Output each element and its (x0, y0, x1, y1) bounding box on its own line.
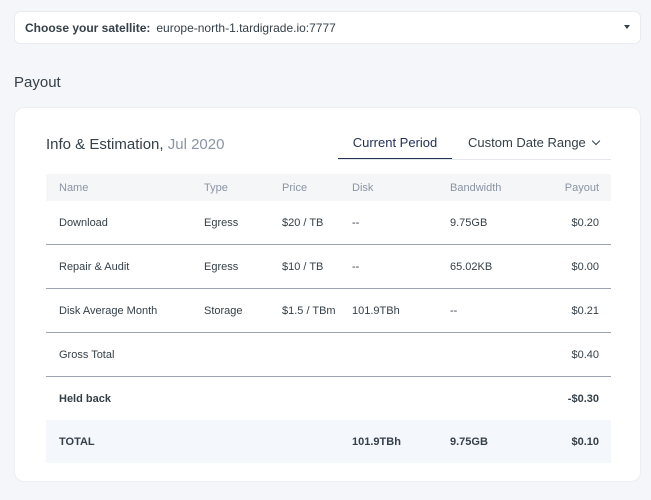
payout-section-title: Payout (14, 74, 61, 91)
cell-disk: -- (352, 244, 450, 289)
tab-custom-date-range[interactable]: Custom Date Range (468, 126, 601, 160)
cell-payout: $0.00 (540, 244, 611, 289)
satellite-label: Choose your satellite: (25, 20, 151, 35)
cell-price: $10 / TB (282, 244, 352, 289)
cell-price: $1.5 / TBm (282, 288, 352, 333)
caret-down-icon[interactable] (624, 25, 630, 29)
total-row: TOTAL 101.9TBh 9.75GB $0.10 (46, 420, 611, 463)
total-disk: 101.9TBh (352, 420, 450, 463)
cell-type: Storage (204, 288, 282, 333)
gross-total-row: Gross Total $0.40 (46, 332, 611, 377)
total-payout: $0.10 (540, 420, 611, 463)
cell-name: Repair & Audit (46, 244, 204, 289)
held-back-value: -$0.30 (567, 392, 599, 405)
tab-custom-date-range-label: Custom Date Range (468, 135, 586, 150)
held-back-row: Held back -$0.30 (46, 377, 611, 421)
cell-name: Download (46, 201, 204, 245)
tab-current-period[interactable]: Current Period (338, 126, 452, 160)
table-row: Disk Average Month Storage $1.5 / TBm 10… (46, 288, 611, 333)
satellite-value: europe-north-1.tardigrade.io:7777 (156, 20, 336, 35)
payout-card: Info & Estimation, Jul 2020 Current Peri… (14, 107, 641, 482)
cell-disk: 101.9TBh (352, 288, 450, 333)
cell-name: Disk Average Month (46, 288, 204, 333)
cell-payout: $0.21 (540, 288, 611, 333)
table-row: Repair & Audit Egress $10 / TB -- 65.02K… (46, 244, 611, 289)
card-heading: Info & Estimation, Jul 2020 (46, 136, 224, 153)
table-row: Download Egress $20 / TB -- 9.75GB $0.20 (46, 201, 611, 245)
table-header-row: Name Type Price Disk Bandwidth Payout (46, 174, 611, 201)
held-back-label: Held back (59, 392, 111, 405)
cell-type: Egress (204, 244, 282, 289)
header-price: Price (282, 174, 352, 201)
header-disk: Disk (352, 174, 450, 201)
card-date: Jul 2020 (167, 136, 225, 153)
cell-bandwidth: 9.75GB (450, 201, 540, 245)
cell-bandwidth: -- (450, 288, 540, 333)
payout-table: Name Type Price Disk Bandwidth Payout Do… (46, 174, 611, 463)
cell-type: Egress (204, 201, 282, 245)
header-bandwidth: Bandwidth (450, 174, 540, 201)
card-title: Info & Estimation, (46, 136, 164, 153)
header-payout: Payout (540, 174, 611, 201)
total-label: TOTAL (46, 420, 204, 463)
total-bandwidth: 9.75GB (450, 420, 540, 463)
gross-total-label: Gross Total (46, 332, 204, 377)
gross-total-value: $0.40 (540, 332, 611, 377)
header-type: Type (204, 174, 282, 201)
cell-disk: -- (352, 201, 450, 245)
cell-bandwidth: 65.02KB (450, 244, 540, 289)
cell-price: $20 / TB (282, 201, 352, 245)
cell-payout: $0.20 (540, 201, 611, 245)
header-name: Name (46, 174, 204, 201)
tabs-divider (338, 159, 611, 160)
chevron-down-icon (591, 136, 601, 146)
satellite-selector[interactable]: Choose your satellite: europe-north-1.ta… (14, 11, 641, 44)
